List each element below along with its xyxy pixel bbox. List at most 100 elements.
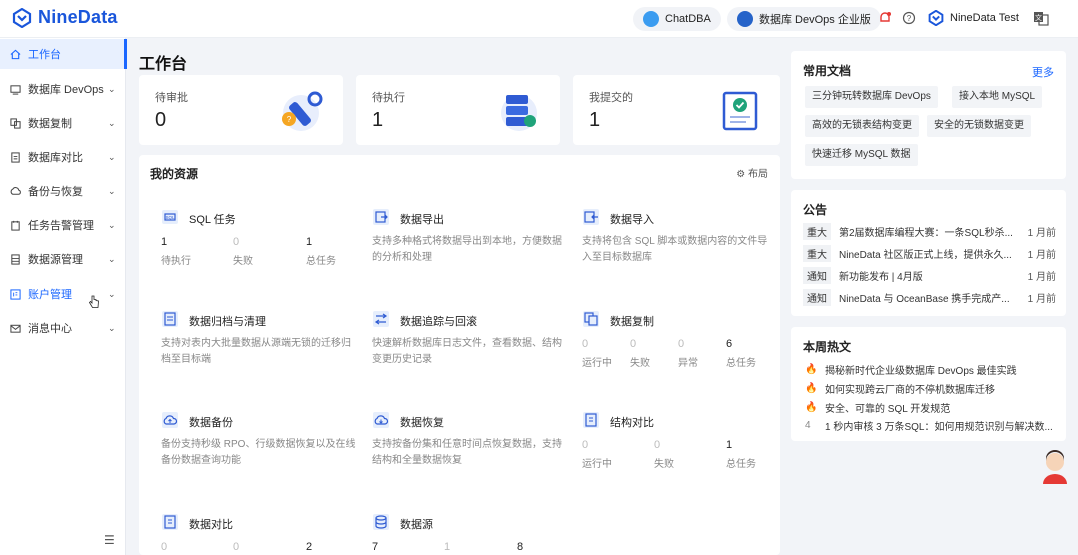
hot-article-item[interactable]: 4 1 秒内审核 3 万条SQL：如何用规范识别与解决数... bbox=[805, 416, 1055, 434]
stat-value: 0 bbox=[155, 109, 167, 131]
hot-articles-panel: 本周热文 🔥 揭秘新时代企业级数据库 DevOps 最佳实践 🔥 如何实现跨云厂商的… bbox=[791, 327, 1066, 441]
sidebar-item-workbench[interactable]: 工作台 bbox=[0, 39, 127, 69]
svg-text:文: 文 bbox=[1035, 13, 1042, 22]
stat-failed: 0 失败 bbox=[233, 236, 253, 267]
svg-text:?: ? bbox=[287, 115, 292, 124]
sidebar-item-replication[interactable]: 数据复制 ⌄ bbox=[0, 108, 126, 138]
import-icon bbox=[583, 209, 599, 225]
tile-title: 数据追踪与回滚 bbox=[400, 316, 477, 328]
chevron-down-icon: ⌄ bbox=[108, 83, 116, 94]
sidebar-item-label: 账户管理 bbox=[28, 289, 72, 301]
doc-chip[interactable]: 快速迁移 MySQL 数据 bbox=[805, 144, 918, 166]
notice-item[interactable]: 通知 NineData 与 OceanBase 携手完成产... 1 月前 bbox=[803, 288, 1056, 306]
stat-card-pending-execution[interactable]: 待执行 1 bbox=[356, 75, 560, 145]
compare-icon bbox=[11, 151, 20, 163]
sidebar-item-label: 工作台 bbox=[28, 49, 61, 61]
sidebar-item-label: 任务告警管理 bbox=[28, 220, 94, 232]
hot-article-item[interactable]: 🔥 如何实现跨云厂商的不停机数据库迁移 bbox=[805, 379, 1055, 397]
sql-task-icon: SQL bbox=[162, 210, 178, 224]
my-resources-panel: 我的资源 ⚙ 布局 SQL SQL 任务 1 待执行 0 失败 1 总任务 数据导出 … bbox=[139, 155, 780, 555]
fire-icon: 🔥 bbox=[805, 382, 818, 394]
notification-icon[interactable] bbox=[878, 11, 892, 25]
chatdba-button[interactable]: ChatDBA bbox=[633, 7, 721, 31]
tile-title: SQL 任务 bbox=[189, 214, 236, 226]
tile-title: 数据归档与清理 bbox=[189, 316, 266, 328]
datasource-icon bbox=[11, 253, 20, 265]
doc-chip[interactable]: 接入本地 MySQL bbox=[952, 86, 1043, 108]
stat-card-submitted[interactable]: 我提交的 1 bbox=[573, 75, 780, 145]
server-illustration-icon bbox=[501, 95, 537, 131]
sidebar-item-devops[interactable]: 数据库 DevOps ⌄ bbox=[0, 74, 126, 104]
stat-failed: 0 失败 bbox=[630, 338, 650, 369]
sidebar-item-db-compare[interactable]: 数据库对比 ⌄ bbox=[0, 142, 126, 172]
tile-title: 结构对比 bbox=[610, 417, 654, 429]
notice-tag: 通知 bbox=[803, 266, 831, 284]
alarm-icon bbox=[11, 220, 20, 231]
stat-value: 1 bbox=[372, 109, 384, 131]
copy-icon bbox=[10, 117, 21, 129]
hot-articles-title: 本周热文 bbox=[803, 340, 852, 354]
hot-article-item[interactable]: 🔥 安全、可靠的 SQL 开发规范 bbox=[805, 398, 1055, 416]
hand-cursor-icon bbox=[88, 295, 99, 308]
database-icon bbox=[373, 514, 389, 530]
notice-item[interactable]: 通知 新功能发布 | 4月版 1 月前 bbox=[803, 266, 1056, 284]
layout-button[interactable]: ⚙ 布局 bbox=[736, 165, 768, 180]
hot-article-text: 安全、可靠的 SQL 开发规范 bbox=[825, 403, 951, 415]
more-link[interactable]: 更多 bbox=[1032, 64, 1054, 80]
sidebar-item-alarm[interactable]: 任务告警管理 ⌄ bbox=[0, 210, 126, 240]
stat-abnormal: 0 异常 bbox=[678, 338, 698, 369]
tile-title: 数据恢复 bbox=[400, 417, 444, 429]
tile-description: 备份支持秒级 RPO、行级数据恢复以及在线备份数据查询功能 bbox=[161, 439, 356, 466]
top-bar: NineData ChatDBA 数据库 DevOps 企业版 ? NineDa… bbox=[0, 0, 1078, 38]
hot-article-item[interactable]: 🔥 揭秘新时代企业级数据库 DevOps 最佳实践 bbox=[805, 360, 1055, 378]
stat-card-pending-approval[interactable]: 待审批 0 ? bbox=[139, 75, 343, 145]
tile-title: 数据复制 bbox=[610, 316, 654, 328]
assistant-avatar-icon[interactable] bbox=[1040, 450, 1070, 484]
tile-title: 数据导出 bbox=[400, 214, 444, 226]
sidebar-item-label: 消息中心 bbox=[28, 323, 72, 335]
page-title: 工作台 bbox=[139, 56, 188, 73]
doc-chip[interactable]: 高效的无锁表结构变更 bbox=[805, 115, 919, 137]
chatdba-icon bbox=[643, 11, 659, 27]
svg-text:SQL: SQL bbox=[165, 215, 175, 220]
stat-label: 我提交的 bbox=[589, 92, 633, 104]
notice-tag: 通知 bbox=[803, 288, 831, 306]
user-logo-icon bbox=[928, 10, 944, 26]
notice-text: NineData 社区版正式上线，提供永久... bbox=[839, 249, 1012, 261]
stat-running: 0 运行中 bbox=[582, 338, 612, 369]
user-menu[interactable]: NineData Test bbox=[928, 10, 1019, 26]
sidebar-item-backup[interactable]: 备份与恢复 ⌄ bbox=[0, 176, 126, 206]
sidebar-item-account[interactable]: 账户管理 ⌄ bbox=[0, 279, 126, 309]
data-compare-icon bbox=[162, 514, 178, 530]
export-icon bbox=[373, 209, 389, 225]
archive-icon bbox=[162, 311, 178, 327]
sidebar-item-messages[interactable]: 消息中心 ⌄ bbox=[0, 313, 126, 343]
sidebar-item-label: 数据库 DevOps bbox=[28, 84, 104, 96]
edition-switcher[interactable]: 数据库 DevOps 企业版 bbox=[727, 7, 881, 31]
nine-data-logo[interactable]: NineData bbox=[12, 7, 118, 28]
sidebar-item-datasource[interactable]: 数据源管理 ⌄ bbox=[0, 244, 126, 274]
hot-article-text: 1 秒内审核 3 万条SQL：如何用规范识别与解决数... bbox=[825, 421, 1053, 433]
stat-total: 6 总任务 bbox=[726, 338, 756, 369]
doc-chip[interactable]: 安全的无锁数据变更 bbox=[927, 115, 1031, 137]
stat-total: 1 总任务 bbox=[726, 439, 756, 470]
stat-value: 8 bbox=[517, 541, 524, 553]
stat-label: 待执行 bbox=[372, 92, 405, 104]
tile-title: 数据源 bbox=[400, 519, 433, 531]
cloud-restore-icon bbox=[373, 412, 389, 428]
sidebar-item-label: 数据库对比 bbox=[28, 152, 83, 164]
user-name: NineData Test bbox=[950, 12, 1019, 24]
approval-illustration-icon: ? bbox=[282, 91, 323, 131]
help-icon[interactable]: ? bbox=[902, 11, 916, 25]
notice-item[interactable]: 重大 第2届数据库编程大赛：一条SQL秒杀... 1 月前 bbox=[803, 222, 1056, 240]
collapse-sidebar-icon[interactable]: ☰ bbox=[104, 533, 115, 547]
stat-value: 2 bbox=[306, 541, 313, 553]
stat-value: 1 bbox=[444, 541, 451, 553]
stat-value: 1 bbox=[589, 109, 601, 131]
doc-chip[interactable]: 三分钟玩转数据库 DevOps bbox=[805, 86, 938, 108]
notice-item[interactable]: 重大 NineData 社区版正式上线，提供永久... 1 月前 bbox=[803, 244, 1056, 262]
chevron-down-icon: ⌄ bbox=[108, 322, 116, 333]
hot-article-text: 如何实现跨云厂商的不停机数据库迁移 bbox=[825, 384, 995, 396]
language-icon[interactable]: 文 bbox=[1033, 10, 1049, 26]
sidebar: 工作台 数据库 DevOps ⌄ 数据复制 ⌄ 数据库对比 ⌄ 备份与恢复 ⌄ … bbox=[0, 38, 127, 555]
